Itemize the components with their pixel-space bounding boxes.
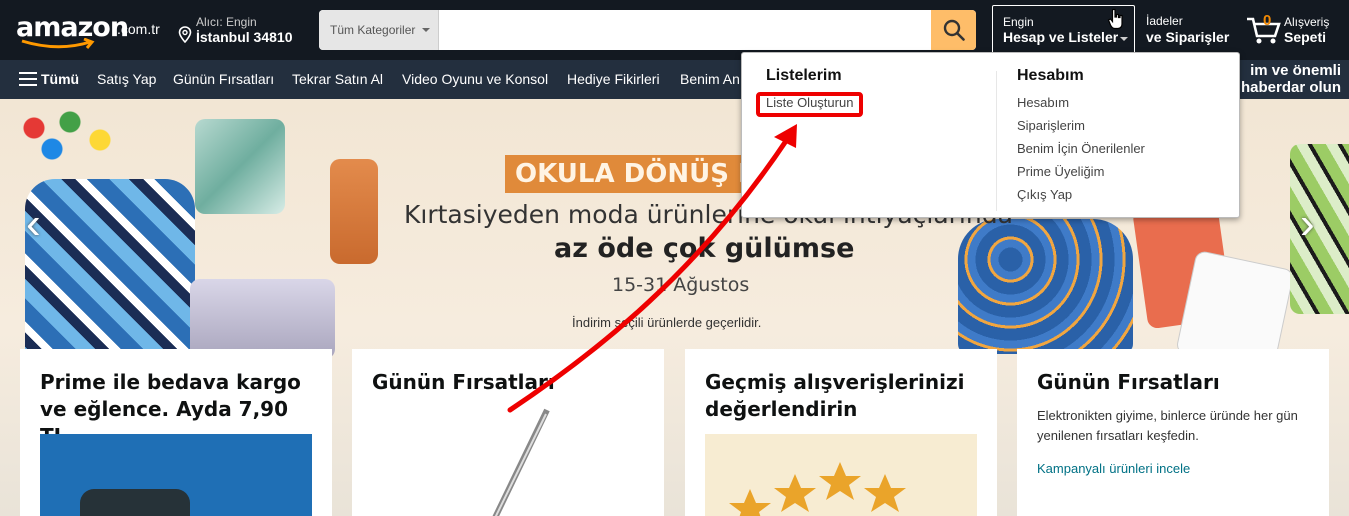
dropdown-divider bbox=[996, 71, 997, 211]
nav-item-buy-again[interactable]: Tekrar Satın Al bbox=[292, 71, 383, 87]
search-icon bbox=[943, 19, 965, 41]
recommended-link[interactable]: Benim İçin Önerilenler bbox=[1017, 139, 1145, 162]
my-orders-link[interactable]: Siparişlerim bbox=[1017, 116, 1145, 139]
carousel-prev-button[interactable]: ‹ bbox=[26, 199, 41, 249]
hero-dates: 15-31 Ağustos bbox=[612, 274, 750, 296]
hero-note: İndirim seçili ürünlerde geçerlidir. bbox=[572, 315, 762, 330]
returns-orders[interactable]: İadeler ve Siparişler bbox=[1146, 14, 1236, 45]
toy-blocks-image bbox=[10, 104, 130, 164]
hero-title: az öde çok gülümse bbox=[554, 233, 855, 264]
nav-promo[interactable]: im ve önemli haberdar olun bbox=[1241, 62, 1341, 96]
account-lists-menu[interactable]: Engin Hesap ve Listeler bbox=[992, 5, 1135, 55]
account-dropdown: Listelerim Liste Oluşturun Hesabım Hesab… bbox=[741, 52, 1240, 218]
card-title: Geçmiş alışverişlerinizi değerlendirin bbox=[705, 370, 965, 421]
nav-item-gift-ideas[interactable]: Hediye Fikirleri bbox=[567, 71, 660, 87]
card-description: Elektronikten giyime, binlerce üründe he… bbox=[1037, 408, 1298, 443]
location-pin-icon bbox=[178, 26, 192, 43]
card-todays-deals[interactable]: Günün Fırsatları bbox=[352, 349, 664, 516]
nav-item-video-games[interactable]: Video Oyunu ve Konsol bbox=[402, 71, 548, 87]
carousel-next-button[interactable]: › bbox=[1300, 199, 1315, 249]
top-navbar: amazon .com.tr Alıcı: Engin İstanbul 348… bbox=[0, 0, 1349, 60]
card-prime[interactable]: Prime ile bedava kargo ve eğlence. Ayda … bbox=[20, 349, 332, 516]
lunch-bag-image bbox=[190, 279, 335, 359]
caret-down-icon bbox=[422, 28, 430, 32]
tie-dye-pants-image bbox=[195, 119, 285, 214]
account-heading: Hesabım bbox=[1017, 67, 1084, 84]
account-lists-label: Hesap ve Listeler bbox=[1003, 29, 1119, 45]
water-bottle-image bbox=[330, 159, 378, 264]
card-past-purchases[interactable]: Geçmiş alışverişlerinizi değerlendirin bbox=[685, 349, 997, 516]
pencil-image bbox=[492, 408, 550, 516]
prime-membership-link[interactable]: Prime Üyeliğim bbox=[1017, 162, 1145, 185]
green-shirt-image bbox=[1290, 144, 1349, 314]
amazon-logo[interactable]: amazon .com.tr bbox=[12, 10, 162, 50]
stars-image bbox=[705, 434, 977, 516]
card-title: Günün Fırsatları bbox=[372, 370, 555, 394]
dino-backpack-image bbox=[958, 219, 1133, 354]
highlight-box bbox=[756, 92, 863, 117]
card-title: Günün Fırsatları bbox=[1037, 370, 1220, 394]
account-column: Hesabım Hesabım Siparişlerim Benim İçin … bbox=[1017, 67, 1145, 208]
deliver-label: Alıcı: Engin bbox=[196, 15, 257, 29]
smile-arrow-icon bbox=[21, 38, 95, 49]
search-button[interactable] bbox=[931, 10, 976, 50]
card-daily-deals[interactable]: Günün Fırsatları Elektronikten giyime, b… bbox=[1017, 349, 1329, 516]
deliver-location: İstanbul 34810 bbox=[196, 29, 293, 45]
account-greeting: Engin bbox=[1003, 15, 1034, 29]
nav-item-my-amazon[interactable]: Benim An bbox=[680, 71, 740, 87]
sign-out-link[interactable]: Çıkış Yap bbox=[1017, 185, 1145, 208]
my-account-link[interactable]: Hesabım bbox=[1017, 93, 1145, 116]
hand-cursor-icon bbox=[1107, 8, 1123, 30]
hamburger-icon bbox=[19, 72, 37, 86]
caret-down-icon bbox=[1120, 37, 1128, 41]
deliver-to[interactable]: Alıcı: Engin İstanbul 34810 bbox=[178, 14, 303, 48]
lists-heading: Listelerim bbox=[766, 67, 842, 84]
cart-count: 0 bbox=[1263, 12, 1272, 29]
search-bar: Tüm Kategoriler bbox=[319, 10, 976, 50]
nav-item-todays-deals[interactable]: Günün Fırsatları bbox=[173, 71, 274, 87]
search-input[interactable] bbox=[439, 10, 931, 50]
all-menu-button[interactable]: Tümü bbox=[19, 71, 79, 87]
search-category-select[interactable]: Tüm Kategoriler bbox=[319, 10, 439, 50]
nav-item-sell[interactable]: Satış Yap bbox=[97, 71, 156, 87]
device-image bbox=[80, 489, 190, 516]
cart-button[interactable]: 0 Alışveriş Sepeti bbox=[1244, 10, 1344, 50]
card-link[interactable]: Kampanyalı ürünleri incele bbox=[1037, 461, 1190, 476]
